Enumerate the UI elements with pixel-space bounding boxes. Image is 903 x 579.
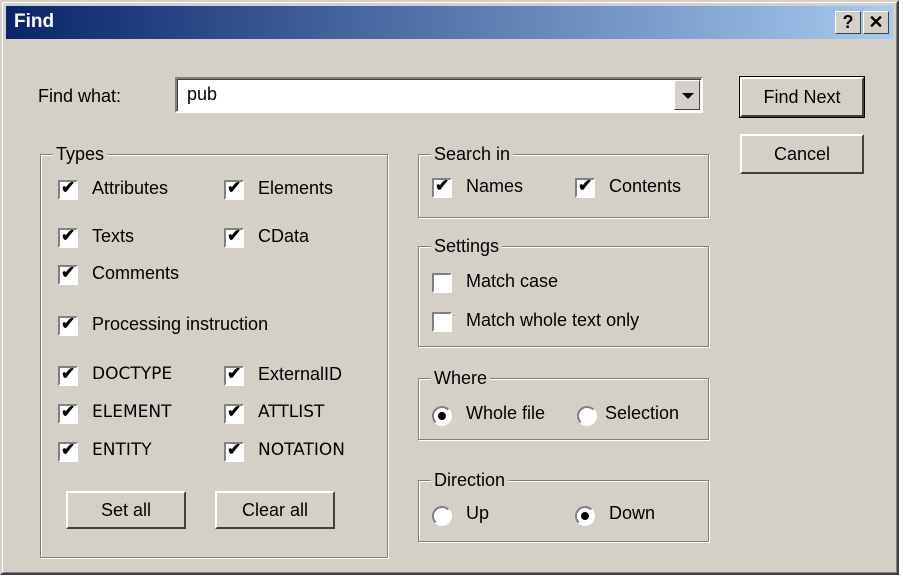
texts-checkbox[interactable]: ✔ [58, 226, 78, 248]
selection-label: Selection [605, 403, 680, 423]
checkmark-icon: ✔ [61, 178, 76, 197]
cdata-label: CData [258, 226, 310, 246]
match-whole-text-checkbox[interactable] [432, 312, 452, 332]
whole-file-label: Whole file [466, 403, 546, 423]
find-dialog: Find ? ✕ Find what: pub Find Next Cancel… [0, 0, 899, 575]
attributes-checkbox[interactable]: ✔ [58, 178, 78, 200]
dropdown-arrow-icon[interactable] [674, 80, 700, 110]
entity-checkbox[interactable]: ✔ [58, 440, 78, 462]
entity-label: ENTITY [92, 440, 152, 460]
elements-checkbox[interactable]: ✔ [224, 178, 244, 200]
find-what-label: Find what: [38, 86, 122, 106]
attlist-label: ATTLIST [258, 402, 325, 422]
element-checkbox[interactable]: ✔ [58, 402, 78, 424]
direction-group: Direction [418, 470, 709, 542]
dialog-title: Find [14, 11, 55, 32]
elements-label: Elements [258, 178, 334, 198]
types-legend: Types [53, 144, 108, 165]
down-label: Down [609, 503, 656, 523]
attlist-checkbox[interactable]: ✔ [224, 402, 244, 424]
match-whole-text-label: Match whole text only [466, 310, 640, 330]
close-button[interactable]: ✕ [863, 11, 889, 34]
set-all-button[interactable]: Set all [66, 491, 186, 529]
checkmark-icon: ✔ [435, 176, 450, 195]
find-what-combobox[interactable]: pub [175, 77, 703, 113]
checkmark-icon: ✔ [227, 402, 242, 421]
doctype-checkbox[interactable]: ✔ [58, 364, 78, 386]
doctype-label: DOCTYPE [92, 364, 173, 384]
contents-label: Contents [609, 176, 682, 196]
externalid-label: ExternalID [258, 364, 343, 384]
where-legend: Where [431, 368, 491, 389]
processing-instruction-checkbox[interactable]: ✔ [58, 314, 78, 336]
help-icon: ? [842, 12, 854, 32]
texts-label: Texts [92, 226, 135, 246]
checkmark-icon: ✔ [227, 364, 242, 383]
direction-legend: Direction [431, 470, 509, 491]
selection-radio[interactable] [577, 406, 597, 426]
checkmark-icon: ✔ [61, 226, 76, 245]
find-what-value: pub [187, 84, 218, 104]
externalid-checkbox[interactable]: ✔ [224, 364, 244, 386]
element-label: ELEMENT [92, 402, 172, 422]
search-in-legend: Search in [431, 144, 514, 165]
help-button[interactable]: ? [835, 11, 861, 34]
checkmark-icon: ✔ [61, 440, 76, 459]
names-label: Names [466, 176, 524, 196]
settings-legend: Settings [431, 236, 503, 257]
close-icon: ✕ [868, 12, 884, 32]
up-label: Up [466, 503, 490, 523]
find-next-button[interactable]: Find Next [739, 76, 865, 118]
comments-checkbox[interactable]: ✔ [58, 263, 78, 285]
down-radio[interactable] [575, 506, 595, 526]
settings-group: Settings [418, 236, 709, 347]
checkmark-icon: ✔ [61, 364, 76, 383]
notation-label: NOTATION [258, 440, 345, 460]
checkmark-icon: ✔ [578, 176, 593, 195]
cdata-checkbox[interactable]: ✔ [224, 226, 244, 248]
names-checkbox[interactable]: ✔ [432, 176, 452, 198]
title-bar[interactable]: Find ? ✕ [6, 6, 893, 39]
match-case-label: Match case [466, 271, 559, 291]
checkmark-icon: ✔ [227, 178, 242, 197]
checkmark-icon: ✔ [227, 440, 242, 459]
whole-file-radio[interactable] [432, 406, 452, 426]
checkmark-icon: ✔ [61, 263, 76, 282]
up-radio[interactable] [432, 506, 452, 526]
checkmark-icon: ✔ [61, 314, 76, 333]
attributes-label: Attributes [92, 178, 169, 198]
contents-checkbox[interactable]: ✔ [575, 176, 595, 198]
match-case-checkbox[interactable] [432, 273, 452, 293]
checkmark-icon: ✔ [61, 402, 76, 421]
processing-instruction-label: Processing instruction [92, 314, 269, 334]
clear-all-button[interactable]: Clear all [215, 491, 335, 529]
cancel-button[interactable]: Cancel [740, 134, 864, 174]
notation-checkbox[interactable]: ✔ [224, 440, 244, 462]
comments-label: Comments [92, 263, 180, 283]
checkmark-icon: ✔ [227, 226, 242, 245]
